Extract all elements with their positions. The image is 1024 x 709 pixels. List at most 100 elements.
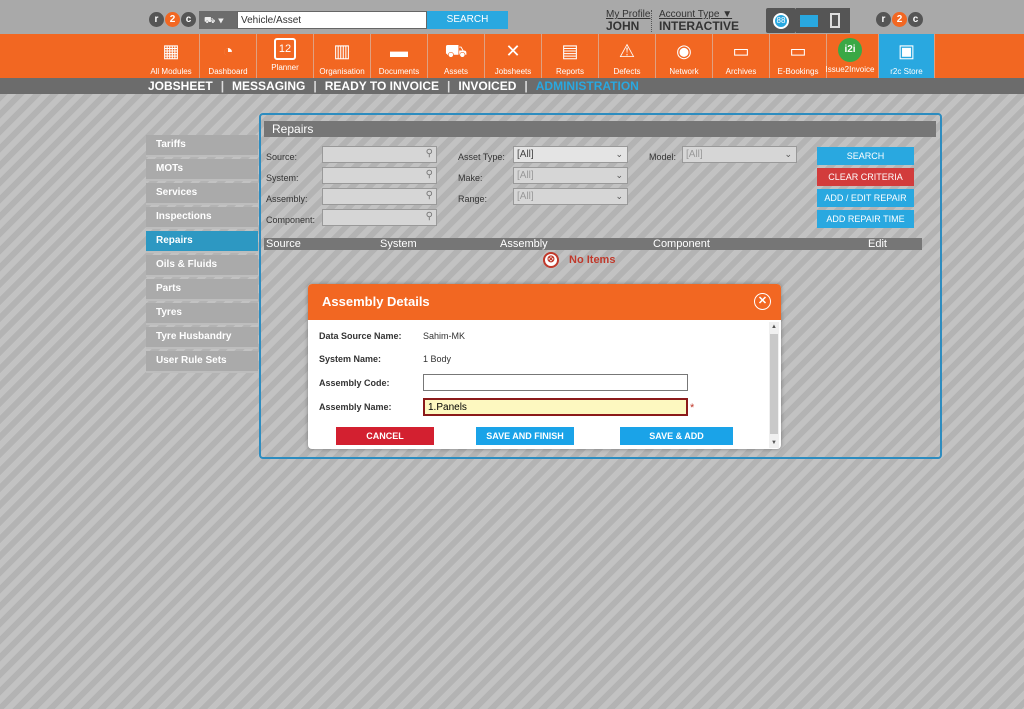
sidebar-item-repairs[interactable]: Repairs	[146, 231, 258, 253]
account-name: INTERACTIVE	[659, 19, 740, 33]
nav-jobsheets[interactable]: ✕ Jobsheets	[485, 34, 542, 78]
assembly-label: Assembly:	[266, 194, 308, 204]
tools-icon: ✕	[505, 41, 521, 61]
notifications-icon[interactable]: 88	[766, 8, 796, 33]
nav-defects[interactable]: ⚠ Defects	[599, 34, 656, 78]
search-icon[interactable]: ⚲	[426, 190, 433, 201]
col-assembly[interactable]: Assembly	[500, 238, 548, 250]
data-source-value: Sahim-MK	[423, 331, 466, 341]
archive-icon: ▭	[732, 41, 750, 61]
nav-reports[interactable]: ▤ Reports	[542, 34, 599, 78]
model-label: Model:	[649, 152, 677, 162]
asset-type-select[interactable]: [All] ⌄	[513, 146, 628, 163]
subnav-ready-to-invoice[interactable]: READY TO INVOICE	[325, 79, 439, 93]
add-repair-time-button[interactable]: ADD REPAIR TIME	[817, 210, 914, 228]
notification-count: 88	[773, 13, 789, 29]
subnav-administration[interactable]: ADMINISTRATION	[536, 79, 639, 93]
nav-network[interactable]: ◉ Network	[656, 34, 713, 78]
vehicle-search-input[interactable]	[237, 11, 427, 29]
vehicle-type-dropdown[interactable]: ⛟ ▾	[199, 11, 237, 29]
contacts-icon: ◉	[676, 41, 692, 61]
modal-header: Assembly Details ✕	[308, 284, 781, 320]
sidebar-item-services[interactable]: Services	[146, 183, 258, 205]
clear-criteria-button[interactable]: CLEAR CRITERIA	[817, 168, 914, 186]
assembly-name-input[interactable]	[423, 398, 688, 416]
range-select[interactable]: [All] ⌄	[513, 188, 628, 205]
subnav-jobsheet[interactable]: JOBSHEET	[148, 79, 213, 93]
calendar-icon: 12	[274, 38, 296, 60]
sidebar-item-parts[interactable]: Parts	[146, 279, 258, 301]
sidebar-item-mots[interactable]: MOTs	[146, 159, 258, 181]
table-header: Source System Assembly Component Edit	[264, 238, 922, 250]
sidebar-item-tyre-husbandry[interactable]: Tyre Husbandry	[146, 327, 258, 349]
range-label: Range:	[458, 194, 488, 204]
search-icon[interactable]: ⚲	[426, 169, 433, 180]
panel-title: Repairs	[264, 121, 936, 137]
speedometer-icon: ◔	[222, 41, 234, 61]
scroll-thumb[interactable]	[770, 334, 778, 434]
make-select[interactable]: [All] ⌄	[513, 167, 628, 184]
system-name-value: 1 Body	[423, 354, 452, 364]
clipboard-icon: ▤	[561, 41, 579, 61]
modal-scrollbar[interactable]: ▲ ▼	[769, 322, 779, 448]
col-source[interactable]: Source	[266, 238, 301, 250]
truck-icon: ⛟	[204, 15, 216, 25]
search-icon[interactable]: ⚲	[426, 211, 433, 222]
nav-planner[interactable]: 12 Planner	[257, 34, 314, 78]
col-system[interactable]: System	[380, 238, 417, 250]
col-edit: Edit	[868, 238, 887, 250]
sidebar-item-user-rule-sets[interactable]: User Rule Sets	[146, 351, 258, 373]
chevron-down-icon: ▾	[217, 15, 224, 25]
nav-archives[interactable]: ▭ Archives	[713, 34, 770, 78]
nav-e-bookings[interactable]: ▭ E-Bookings	[770, 34, 827, 78]
buildings-icon: ▥	[333, 41, 351, 61]
nav-assets[interactable]: ⛟ Assets	[428, 34, 485, 78]
source-field[interactable]: ⚲	[322, 146, 437, 163]
nav-organisation[interactable]: ▥ Organisation	[314, 34, 371, 78]
assembly-code-label: Assembly Code:	[319, 378, 390, 388]
component-field[interactable]: ⚲	[322, 209, 437, 226]
subnav-invoiced[interactable]: INVOICED	[458, 79, 516, 93]
folder-icon: ▬	[390, 41, 408, 61]
search-icon[interactable]: ⚲	[426, 148, 433, 159]
mail-icon[interactable]	[796, 8, 822, 33]
model-select[interactable]: [All] ⌄	[682, 146, 797, 163]
modal-title: Assembly Details	[322, 294, 430, 309]
assembly-code-input[interactable]	[423, 374, 688, 391]
truck-icon: ⛟	[444, 41, 468, 61]
system-field[interactable]: ⚲	[322, 167, 437, 184]
warning-icon: ⚠	[618, 41, 636, 61]
r2c-logo[interactable]: r2c	[149, 10, 197, 28]
chevron-down-icon: ⌄	[615, 149, 623, 159]
sidebar-item-tyres[interactable]: Tyres	[146, 303, 258, 325]
save-and-finish-button[interactable]: SAVE AND FINISH	[476, 427, 574, 445]
search-button[interactable]: SEARCH	[427, 11, 508, 29]
asset-type-label: Asset Type:	[458, 152, 505, 162]
user-name: JOHN	[606, 19, 640, 33]
nav-issue2invoice[interactable]: i2i Issue2Invoice	[822, 34, 879, 78]
top-bar: r2c ⛟ ▾ SEARCH My Profile JOHN Account T…	[0, 0, 1024, 34]
required-marker: *	[690, 402, 695, 414]
cancel-button[interactable]: CANCEL	[336, 427, 434, 445]
assembly-field[interactable]: ⚲	[322, 188, 437, 205]
save-add-component-button[interactable]: SAVE & ADD COMPONENT	[620, 427, 733, 445]
nav-dashboard[interactable]: ◔ Dashboard	[200, 34, 257, 78]
sidebar-item-inspections[interactable]: Inspections	[146, 207, 258, 229]
logout-icon[interactable]	[822, 8, 850, 33]
sidebar-item-tariffs[interactable]: Tariffs	[146, 135, 258, 157]
sub-nav: JOBSHEET | MESSAGING | READY TO INVOICE | INVO…	[0, 78, 1024, 94]
nav-all-modules[interactable]: ▦ All Modules	[143, 34, 200, 78]
add-edit-repair-button[interactable]: ADD / EDIT REPAIR	[817, 189, 914, 207]
search-repairs-button[interactable]: SEARCH	[817, 147, 914, 165]
nav-documents[interactable]: ▬ Documents	[371, 34, 428, 78]
no-items-message: ⊗ No Items	[543, 252, 615, 268]
scroll-up-icon[interactable]: ▲	[769, 322, 779, 332]
sidebar-item-oils-fluids[interactable]: Oils & Fluids	[146, 255, 258, 277]
scroll-down-icon[interactable]: ▼	[769, 438, 779, 448]
module-nav: ▦ All Modules ◔ Dashboard 12 Planner ▥ Organ…	[0, 34, 1024, 78]
col-component[interactable]: Component	[653, 238, 710, 250]
nav-r2c-store[interactable]: ▣ r2c Store	[879, 34, 935, 78]
close-icon[interactable]: ✕	[754, 293, 771, 310]
system-label: System:	[266, 173, 299, 183]
subnav-messaging[interactable]: MESSAGING	[232, 79, 305, 93]
